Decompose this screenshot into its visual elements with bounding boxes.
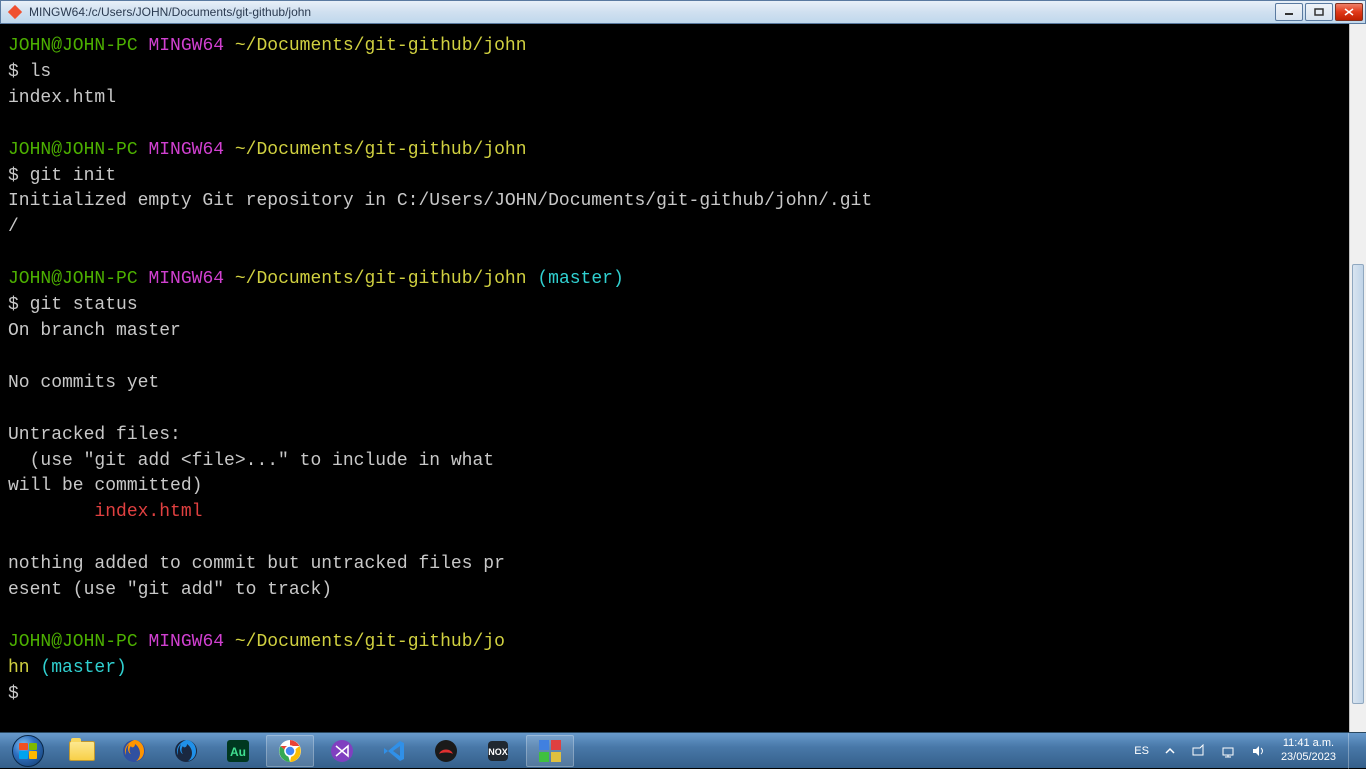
svg-text:Au: Au <box>230 745 246 759</box>
prompt-path: ~/Documents/git-github/john <box>235 269 527 289</box>
prompt-path: ~/Documents/git-github/john <box>235 36 527 56</box>
close-button[interactable] <box>1335 3 1363 21</box>
terminal-area[interactable]: JOHN@JOHN-PC MINGW64 ~/Documents/git-git… <box>0 24 1366 732</box>
taskbar-item-chrome[interactable] <box>266 735 314 767</box>
firefox-icon <box>121 738 147 764</box>
language-indicator[interactable]: ES <box>1130 735 1153 767</box>
prompt-user: JOHN@JOHN-PC <box>8 140 138 160</box>
prompt-user: JOHN@JOHN-PC <box>8 269 138 289</box>
command-line: $ git init <box>8 164 1358 190</box>
show-desktop-button[interactable] <box>1348 733 1360 769</box>
svg-text:NOX: NOX <box>488 747 508 757</box>
vertical-scrollbar[interactable] <box>1349 24 1366 732</box>
prompt-branch: (master) <box>537 269 623 289</box>
output-line: No commits yet <box>8 371 1358 397</box>
taskbar-item-msi[interactable] <box>422 735 470 767</box>
start-button[interactable] <box>0 733 56 769</box>
scrollbar-thumb[interactable] <box>1352 264 1364 704</box>
taskbar-item-git-bash[interactable] <box>526 735 574 767</box>
prompt-env: MINGW64 <box>148 36 224 56</box>
window-controls <box>1273 3 1363 21</box>
prompt-path: ~/Documents/git-github/jo <box>235 632 505 652</box>
output-line: Untracked files: <box>8 423 1358 449</box>
folder-icon <box>69 738 95 764</box>
prompt-env: MINGW64 <box>148 140 224 160</box>
output-line: On branch master <box>8 319 1358 345</box>
chrome-icon <box>277 738 303 764</box>
prompt-env: MINGW64 <box>148 632 224 652</box>
taskbar-item-firefox-dev[interactable] <box>162 735 210 767</box>
command-line: $ ls <box>8 60 1358 86</box>
output-line: / <box>8 215 1358 241</box>
output-line: index.html <box>8 86 1358 112</box>
network-icon[interactable] <box>1217 735 1239 767</box>
start-orb-icon <box>12 735 44 767</box>
clock-date: 23/05/2023 <box>1281 751 1336 764</box>
action-center-icon[interactable] <box>1187 735 1209 767</box>
prompt-path-wrap: hn <box>8 658 30 678</box>
output-line: nothing added to commit but untracked fi… <box>8 552 1358 578</box>
firefox-dev-icon <box>173 738 199 764</box>
volume-icon[interactable] <box>1247 735 1269 767</box>
minimize-button[interactable] <box>1275 3 1303 21</box>
vscode-icon <box>381 738 407 764</box>
prompt-user: JOHN@JOHN-PC <box>8 36 138 56</box>
taskbar-item-explorer[interactable] <box>58 735 106 767</box>
prompt-env: MINGW64 <box>148 269 224 289</box>
command-line: $ <box>8 682 1358 708</box>
taskbar-item-visualstudio[interactable] <box>318 735 366 767</box>
taskbar-item-nox[interactable]: NOX <box>474 735 522 767</box>
git-icon <box>537 738 563 764</box>
audition-icon: Au <box>225 738 251 764</box>
taskbar-item-audition[interactable]: Au <box>214 735 262 767</box>
prompt-path: ~/Documents/git-github/john <box>235 140 527 160</box>
taskbar-item-firefox[interactable] <box>110 735 158 767</box>
maximize-button[interactable] <box>1305 3 1333 21</box>
tray-chevron-icon[interactable] <box>1161 735 1179 767</box>
window-titlebar: MINGW64:/c/Users/JOHN/Documents/git-gith… <box>0 0 1366 24</box>
output-line: (use "git add <file>..." to include in w… <box>8 449 1358 475</box>
prompt-branch: (master) <box>40 658 126 678</box>
msi-icon <box>433 738 459 764</box>
taskbar-clock[interactable]: 11:41 a.m. 23/05/2023 <box>1277 737 1340 763</box>
taskbar: Au <box>0 732 1366 768</box>
taskbar-item-vscode[interactable] <box>370 735 418 767</box>
output-line: Initialized empty Git repository in C:/U… <box>8 189 1358 215</box>
output-line: esent (use "git add" to track) <box>8 578 1358 604</box>
clock-time: 11:41 a.m. <box>1281 737 1336 750</box>
git-bash-icon <box>7 4 23 20</box>
command-line: $ git status <box>8 293 1358 319</box>
visualstudio-icon <box>329 738 355 764</box>
output-line: will be committed) <box>8 474 1358 500</box>
system-tray: ES 11:41 a.m. 23/05/2023 <box>1130 733 1366 769</box>
prompt-user: JOHN@JOHN-PC <box>8 632 138 652</box>
output-untracked-file: index.html <box>8 500 1358 526</box>
window-title: MINGW64:/c/Users/JOHN/Documents/git-gith… <box>29 5 1273 19</box>
nox-icon: NOX <box>485 738 511 764</box>
